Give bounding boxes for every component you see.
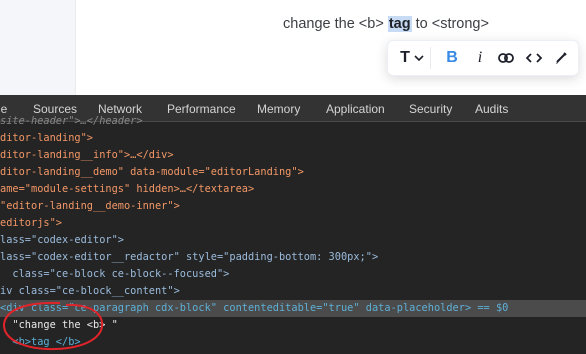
dom-node-line[interactable]: editorjs"> (0, 215, 62, 232)
link-icon (498, 53, 514, 63)
link-button[interactable] (494, 47, 518, 69)
editor-page: change the <b> tag to <strong> T B i (0, 0, 586, 95)
dom-node-line[interactable]: "editor-landing__demo-inner"> (0, 198, 180, 215)
tab-audits[interactable]: Audits (475, 102, 508, 116)
tab-security[interactable]: Security (409, 102, 452, 116)
paragraph-text-before: change the <b> (283, 16, 388, 32)
text-type-icon: T (400, 49, 410, 66)
dom-node-line[interactable]: ditor-landing__info">…</div> (0, 147, 174, 164)
dom-node-line[interactable]: lass="codex-editor__redactor" style="pad… (0, 249, 378, 266)
page-sidebar (0, 0, 76, 95)
bold-button[interactable]: B (440, 47, 464, 69)
text-node-line[interactable]: "change the <b> " (0, 317, 117, 334)
selected-text[interactable]: tag (387, 16, 412, 32)
code-icon (526, 53, 542, 63)
tab-memory[interactable]: Memory (257, 102, 300, 116)
dom-node-line[interactable]: ditor-landing"> (0, 130, 93, 147)
convert-to-button[interactable]: T (394, 47, 431, 69)
inline-code-button[interactable] (522, 47, 546, 69)
dom-node-line[interactable]: class="ce-block ce-block--focused"> (0, 266, 229, 283)
dom-node-line[interactable]: ame="module-settings" hidden>…</textarea… (0, 181, 254, 198)
bold-icon: B (446, 49, 458, 66)
selected-dom-node[interactable]: <div class="ce-paragraph cdx-block" cont… (0, 300, 586, 317)
inline-toolbar: T B i (387, 40, 579, 76)
tab-performance[interactable]: Performance (167, 102, 236, 116)
elements-tree: site-header">…</header> ditor-landing"> … (0, 115, 586, 354)
editor-paragraph[interactable]: change the <b> tag to <strong> (283, 16, 489, 32)
devtools-panel: le Sources Network Performance Memory Ap… (0, 95, 586, 354)
dom-node-line[interactable]: <b>tag </b> (0, 334, 80, 351)
italic-icon: i (477, 49, 483, 66)
chevron-down-icon (414, 55, 424, 62)
dom-node-line[interactable]: iv class="ce-block__content"> (0, 283, 180, 300)
dom-node-line[interactable]: lass="codex-editor"> (0, 232, 124, 249)
marker-button[interactable] (550, 47, 572, 69)
tab-application[interactable]: Application (326, 102, 385, 116)
dom-node-line[interactable]: ditor-landing__demo" data-module="editor… (0, 164, 304, 181)
dom-node-line[interactable]: site-header">…</header> (0, 113, 143, 130)
italic-button[interactable]: i (469, 47, 491, 69)
marker-icon (556, 52, 567, 64)
paragraph-text-after: to <strong> (411, 16, 489, 32)
